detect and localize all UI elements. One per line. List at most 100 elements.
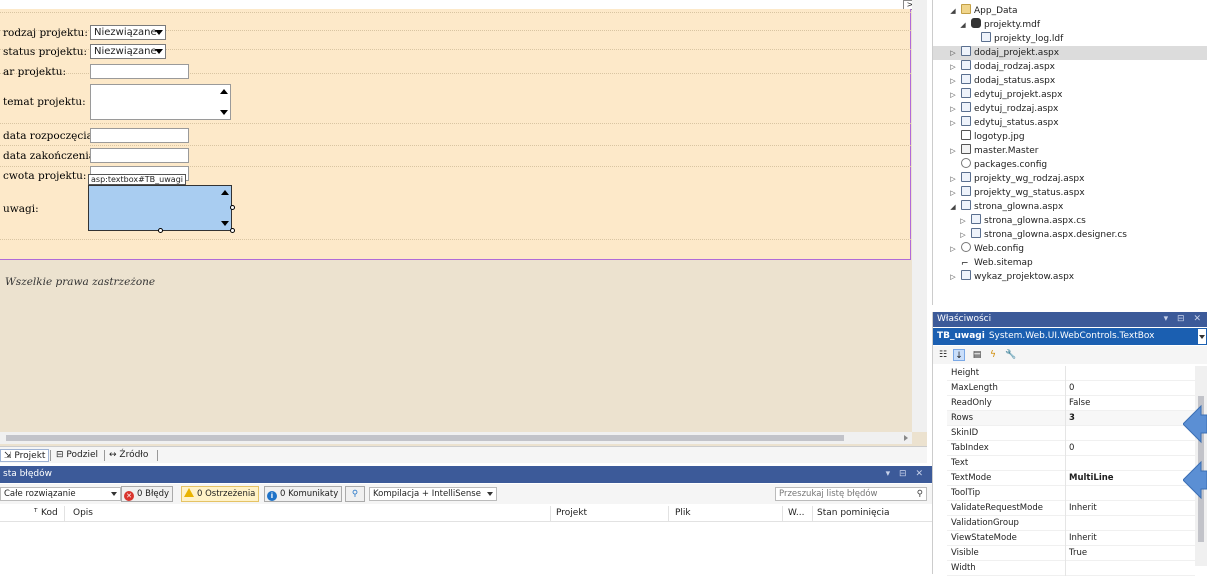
filter-toggle-button[interactable]: ⚲ <box>345 486 365 502</box>
solution-item[interactable]: ⌐ Web.sitemap <box>933 256 1207 270</box>
resize-handle-corner[interactable] <box>230 228 235 233</box>
textarea-scrollbar[interactable] <box>219 86 229 118</box>
tree-expander-icon[interactable]: ▷ <box>949 74 957 88</box>
property-value[interactable]: Inherit <box>1069 501 1097 516</box>
properties-title-bar[interactable]: Właściwości ▾ ⊟ ✕ <box>933 312 1207 327</box>
property-row[interactable]: ValidationGroup <box>947 516 1195 531</box>
scrollbar-thumb[interactable] <box>6 435 844 441</box>
nazwa-textbox[interactable] <box>90 64 189 79</box>
column-projekt[interactable]: Projekt <box>556 508 587 518</box>
column-opis[interactable]: Opis <box>73 508 93 518</box>
property-row[interactable]: ReadOnly False <box>947 396 1195 411</box>
column-wiersz[interactable]: W... <box>788 508 804 518</box>
textarea-scrollbar[interactable] <box>220 187 230 229</box>
tree-expander-icon[interactable]: ▷ <box>949 242 957 256</box>
column-stan-pominiecia[interactable]: Stan pominięcia <box>817 508 890 518</box>
scroll-up-icon[interactable] <box>220 89 228 94</box>
property-row[interactable]: ValidateRequestMode Inherit <box>947 501 1195 516</box>
properties-icon[interactable]: ▤ <box>971 349 983 361</box>
error-search-input[interactable]: Przeszukaj listę błędów ⚲ <box>775 487 927 501</box>
solution-item[interactable]: ▷ projekty_wg_rodzaj.aspx <box>933 172 1207 186</box>
solution-item[interactable]: ▷ master.Master <box>933 144 1207 158</box>
property-value[interactable]: Inherit <box>1069 531 1097 546</box>
events-icon[interactable]: ϟ <box>987 349 999 361</box>
build-filter-combo[interactable]: Kompilacja + IntelliSense <box>369 487 497 501</box>
solution-item[interactable]: ▷ dodaj_rodzaj.aspx <box>933 60 1207 74</box>
uwagi-textarea[interactable] <box>88 185 232 231</box>
object-selector[interactable]: TB_uwagi System.Web.UI.WebControls.TextBo… <box>933 328 1207 345</box>
resize-handle-bottom[interactable] <box>158 228 163 233</box>
tree-expander-icon[interactable]: ▷ <box>949 116 957 130</box>
solution-item[interactable]: packages.config <box>933 158 1207 172</box>
property-row[interactable]: Height <box>947 366 1195 381</box>
property-value[interactable]: MultiLine <box>1069 471 1114 486</box>
design-surface[interactable]: > rodzaj projektu: status projektu: ar p… <box>0 0 927 446</box>
solution-item[interactable]: ◢ projekty.mdf <box>933 18 1207 32</box>
status-dropdown[interactable]: Niezwiązane <box>90 44 166 59</box>
tab-podziel[interactable]: ⊟ Podziel <box>53 449 101 462</box>
property-value[interactable]: False <box>1069 396 1090 411</box>
property-value[interactable]: 0 <box>1069 381 1074 396</box>
property-row[interactable]: Text <box>947 456 1195 471</box>
tree-expander-icon[interactable]: ▷ <box>949 186 957 200</box>
solution-item[interactable]: ▷ edytuj_status.aspx <box>933 116 1207 130</box>
property-row[interactable]: TextMode MultiLine <box>947 471 1195 486</box>
messages-filter-button[interactable]: i0 Komunikaty <box>264 486 343 502</box>
property-pages-icon[interactable]: 🔧 <box>1005 349 1017 361</box>
tree-expander-icon[interactable]: ▷ <box>949 144 957 158</box>
designer-vertical-scrollbar[interactable] <box>912 0 927 432</box>
tree-expander-icon[interactable]: ◢ <box>949 200 957 214</box>
tree-expander-icon[interactable]: ▷ <box>959 228 967 242</box>
property-row[interactable]: ViewStateMode Inherit <box>947 531 1195 546</box>
designer-horizontal-scrollbar[interactable] <box>0 432 912 444</box>
tree-expander-icon[interactable]: ▷ <box>949 46 957 60</box>
tree-expander-icon[interactable]: ▷ <box>949 172 957 186</box>
scroll-right-icon[interactable] <box>904 435 908 441</box>
scroll-down-icon[interactable] <box>220 110 228 115</box>
errors-filter-button[interactable]: ✕ 0 Błędy <box>121 486 174 502</box>
chevron-down-icon[interactable] <box>1198 329 1206 344</box>
property-row[interactable]: SkinID <box>947 426 1195 441</box>
solution-item[interactable]: ▷ wykaz_projektow.aspx <box>933 270 1207 284</box>
property-value[interactable]: 3 <box>1069 411 1075 426</box>
temat-textarea[interactable] <box>90 84 231 120</box>
property-row[interactable]: Rows 3 <box>947 411 1195 426</box>
solution-item[interactable]: ▷ projekty_wg_status.aspx <box>933 186 1207 200</box>
property-row[interactable]: Visible True <box>947 546 1195 561</box>
window-controls-icon[interactable]: ▾ ⊟ ✕ <box>886 466 926 483</box>
scope-combo[interactable]: Całe rozwiązanie <box>0 487 121 501</box>
solution-item[interactable]: projekty_log.ldf <box>933 32 1207 46</box>
property-row[interactable]: TabIndex 0 <box>947 441 1195 456</box>
tree-expander-icon[interactable]: ◢ <box>959 18 967 32</box>
data-rozpoczecia-textbox[interactable] <box>90 128 189 143</box>
tree-expander-icon[interactable]: ▷ <box>949 88 957 102</box>
tree-expander-icon[interactable]: ▷ <box>949 60 957 74</box>
solution-item[interactable]: ▷ dodaj_status.aspx <box>933 74 1207 88</box>
tree-expander-icon[interactable]: ▷ <box>949 270 957 284</box>
categorized-icon[interactable]: ☷ <box>937 349 949 361</box>
solution-item[interactable]: ▷ strona_glowna.aspx.designer.cs <box>933 228 1207 242</box>
solution-item[interactable]: ▷ edytuj_rodzaj.aspx <box>933 102 1207 116</box>
property-value[interactable]: True <box>1069 546 1087 561</box>
property-row[interactable]: MaxLength 0 <box>947 381 1195 396</box>
scroll-up-icon[interactable] <box>221 190 229 195</box>
solution-item[interactable]: ▷ edytuj_projekt.aspx <box>933 88 1207 102</box>
solution-item[interactable]: logotyp.jpg <box>933 130 1207 144</box>
alphabetical-icon[interactable]: ↓ <box>953 349 965 361</box>
column-plik[interactable]: Plik <box>675 508 691 518</box>
column-kod[interactable]: Kod <box>41 508 58 518</box>
tree-expander-icon[interactable]: ▷ <box>949 102 957 116</box>
resize-handle-right[interactable] <box>230 205 235 210</box>
tree-expander-icon[interactable]: ▷ <box>959 214 967 228</box>
tab-zrodlo[interactable]: ↔ Źródło <box>106 449 151 462</box>
solution-item[interactable]: ◢ strona_glowna.aspx <box>933 200 1207 214</box>
tab-projekt[interactable]: ⇲ Projekt <box>0 449 50 462</box>
solution-item[interactable]: ◢ App_Data <box>933 4 1207 18</box>
rodzaj-dropdown[interactable]: Niezwiązane <box>90 25 166 40</box>
window-controls-icon[interactable]: ▾ ⊟ ✕ <box>1164 312 1204 327</box>
solution-item[interactable]: ▷ Web.config <box>933 242 1207 256</box>
tree-expander-icon[interactable]: ◢ <box>949 4 957 18</box>
warnings-filter-button[interactable]: 0 Ostrzeżenia <box>181 486 260 502</box>
error-list-title-bar[interactable]: sta błędów ▾ ⊟ ✕ <box>0 466 932 483</box>
solution-item[interactable]: ▷ dodaj_projekt.aspx <box>933 46 1207 60</box>
